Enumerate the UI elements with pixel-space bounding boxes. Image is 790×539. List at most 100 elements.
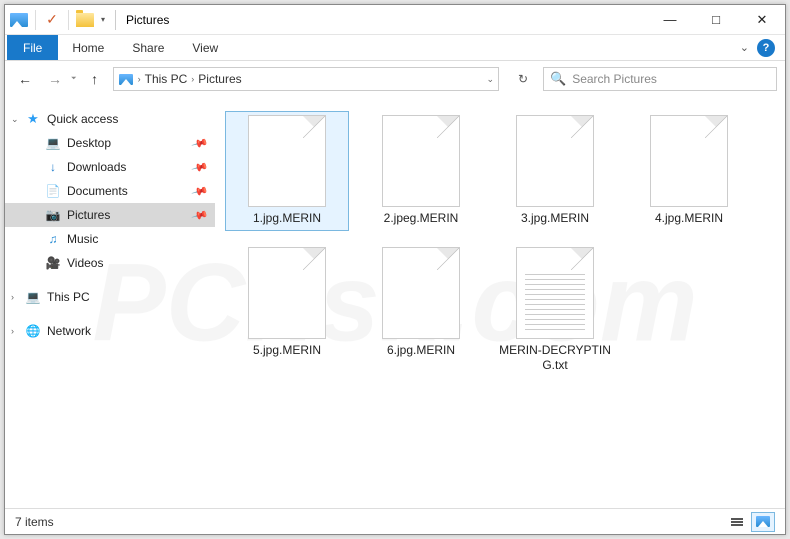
collapse-icon[interactable]: ⌄ — [11, 114, 19, 125]
explorer-window: ✓ ▾ Pictures — □ ✕ File Home Share View … — [4, 4, 786, 535]
status-bar: 7 items — [5, 508, 785, 534]
file-icon — [248, 247, 326, 339]
expand-icon[interactable]: › — [11, 326, 14, 336]
pin-icon: 📌 — [191, 182, 209, 200]
nav-quick-access[interactable]: ⌄ ★ Quick access — [5, 107, 215, 131]
sidebar-item-music[interactable]: ♫ Music — [5, 227, 215, 251]
app-icon — [9, 10, 29, 30]
sidebar-item-thispc[interactable]: › 💻 This PC — [5, 285, 215, 309]
ribbon: File Home Share View ⌄ ? — [5, 35, 785, 61]
search-placeholder: Search Pictures — [572, 72, 657, 86]
file-item[interactable]: 2.jpeg.MERIN — [359, 111, 483, 231]
tab-view[interactable]: View — [178, 35, 232, 60]
item-count: 7 items — [15, 515, 54, 529]
nav-label: This PC — [47, 290, 90, 304]
file-name: 3.jpg.MERIN — [521, 211, 589, 227]
document-icon: 📄 — [45, 183, 61, 199]
expand-icon[interactable]: › — [11, 292, 14, 302]
file-name: 2.jpeg.MERIN — [384, 211, 459, 227]
sep — [115, 10, 116, 30]
close-button[interactable]: ✕ — [739, 5, 785, 35]
file-menu[interactable]: File — [7, 35, 58, 60]
window-title: Pictures — [126, 13, 169, 27]
nav-label: Quick access — [47, 112, 118, 126]
forward-button[interactable]: → — [43, 67, 67, 91]
maximize-button[interactable]: □ — [693, 5, 739, 35]
nav-label: Network — [47, 324, 91, 338]
desktop-icon: 💻 — [45, 135, 61, 151]
search-input[interactable]: 🔍 Search Pictures — [543, 67, 777, 91]
nav-label: Documents — [67, 184, 128, 198]
thumbnails-view-button[interactable] — [751, 512, 775, 532]
breadcrumb-root[interactable]: This PC — [145, 72, 188, 86]
file-item[interactable]: 3.jpg.MERIN — [493, 111, 617, 231]
qat-sep — [68, 10, 69, 30]
help-icon[interactable]: ? — [757, 39, 775, 57]
history-dropdown-icon[interactable]: ⏷ — [71, 75, 77, 83]
file-icon — [382, 247, 460, 339]
nav-pane[interactable]: ⌄ ★ Quick access 💻 Desktop 📌 ↓ Downloads… — [5, 97, 215, 508]
nav-label: Desktop — [67, 136, 111, 150]
file-item[interactable]: 4.jpg.MERIN — [627, 111, 751, 231]
sidebar-item-documents[interactable]: 📄 Documents 📌 — [5, 179, 215, 203]
ribbon-expand-icon[interactable]: ⌄ — [740, 41, 749, 54]
refresh-button[interactable]: ↻ — [509, 67, 537, 91]
window-controls: — □ ✕ — [647, 5, 785, 35]
minimize-button[interactable]: — — [647, 5, 693, 35]
nav-toolbar: ← → ⏷ ↑ › This PC › Pictures ⌄ ↻ 🔍 Searc… — [5, 61, 785, 97]
file-name: 4.jpg.MERIN — [655, 211, 723, 227]
nav-label: Downloads — [67, 160, 126, 174]
sidebar-item-desktop[interactable]: 💻 Desktop 📌 — [5, 131, 215, 155]
download-icon: ↓ — [45, 159, 61, 175]
star-icon: ★ — [25, 111, 41, 127]
file-icon — [516, 247, 594, 339]
pc-icon: 💻 — [25, 289, 41, 305]
pictures-icon: 📷 — [45, 207, 61, 223]
nav-label: Music — [67, 232, 98, 246]
file-item[interactable]: MERIN-DECRYPTING.txt — [493, 243, 617, 378]
file-name: 5.jpg.MERIN — [253, 343, 321, 359]
properties-icon[interactable]: ✓ — [42, 10, 62, 30]
file-item[interactable]: 5.jpg.MERIN — [225, 243, 349, 378]
file-name: MERIN-DECRYPTING.txt — [497, 343, 613, 374]
file-name: 1.jpg.MERIN — [253, 211, 321, 227]
sidebar-item-network[interactable]: › 🌐 Network — [5, 319, 215, 343]
file-icon — [516, 115, 594, 207]
music-icon: ♫ — [45, 231, 61, 247]
network-icon: 🌐 — [25, 323, 41, 339]
chevron-right-icon[interactable]: › — [191, 74, 194, 84]
pin-icon: 📌 — [191, 134, 209, 152]
qat: ✓ ▾ Pictures — [5, 10, 173, 30]
file-icon — [248, 115, 326, 207]
nav-label: Pictures — [67, 208, 110, 222]
location-icon — [118, 71, 134, 87]
file-name: 6.jpg.MERIN — [387, 343, 455, 359]
sidebar-item-videos[interactable]: 🎥 Videos — [5, 251, 215, 275]
tab-share[interactable]: Share — [118, 35, 178, 60]
file-item[interactable]: 6.jpg.MERIN — [359, 243, 483, 378]
titlebar[interactable]: ✓ ▾ Pictures — □ ✕ — [5, 5, 785, 35]
address-bar[interactable]: › This PC › Pictures ⌄ — [113, 67, 499, 91]
breadcrumb-folder[interactable]: Pictures — [198, 72, 241, 86]
qat-dropdown-icon[interactable]: ▾ — [101, 15, 105, 24]
details-view-button[interactable] — [725, 512, 749, 532]
up-button[interactable]: ↑ — [83, 67, 107, 91]
video-icon: 🎥 — [45, 255, 61, 271]
sidebar-item-downloads[interactable]: ↓ Downloads 📌 — [5, 155, 215, 179]
tab-home[interactable]: Home — [58, 35, 118, 60]
file-item[interactable]: 1.jpg.MERIN — [225, 111, 349, 231]
file-list[interactable]: 1.jpg.MERIN 2.jpeg.MERIN 3.jpg.MERIN 4.jpg.… — [215, 97, 785, 508]
search-icon: 🔍 — [550, 71, 566, 87]
sidebar-item-pictures[interactable]: 📷 Pictures 📌 — [5, 203, 215, 227]
nav-label: Videos — [67, 256, 103, 270]
chevron-right-icon[interactable]: › — [138, 74, 141, 84]
file-icon — [650, 115, 728, 207]
back-button[interactable]: ← — [13, 67, 37, 91]
address-dropdown-icon[interactable]: ⌄ — [486, 74, 494, 85]
body: PCrisk.com ⌄ ★ Quick access 💻 Desktop 📌 … — [5, 97, 785, 508]
pin-icon: 📌 — [191, 158, 209, 176]
qat-sep — [35, 10, 36, 30]
file-icon — [382, 115, 460, 207]
new-folder-icon[interactable] — [75, 10, 95, 30]
pin-icon: 📌 — [191, 206, 209, 224]
